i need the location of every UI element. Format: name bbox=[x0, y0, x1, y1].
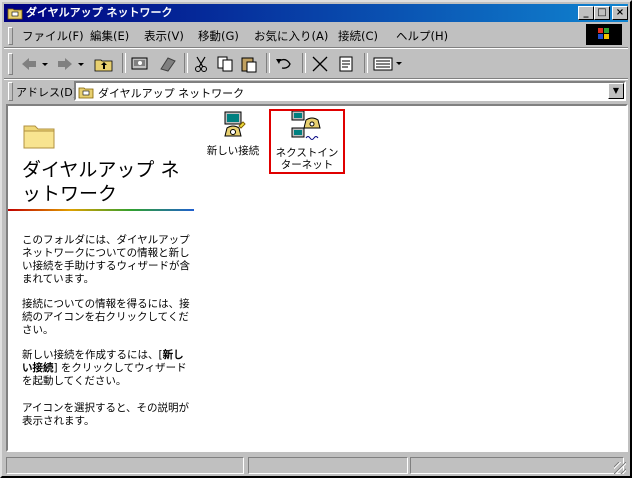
new-connection-item[interactable]: 新しい接続 bbox=[198, 110, 268, 157]
window-title: ダイヤルアップ ネットワーク bbox=[26, 6, 173, 19]
dialup-folder-icon bbox=[7, 8, 23, 20]
toolbar-grip[interactable] bbox=[8, 53, 13, 75]
status-panel-3 bbox=[410, 457, 624, 474]
chevron-down-icon: ▼ bbox=[612, 86, 620, 95]
maximize-button[interactable]: □ bbox=[594, 6, 610, 20]
disconnect-drive-button[interactable] bbox=[156, 53, 180, 75]
menu-grip[interactable] bbox=[8, 27, 13, 45]
undo-button[interactable] bbox=[272, 53, 296, 75]
panel-description-4: アイコンを選択すると、その説明が表示されます。 bbox=[22, 402, 190, 427]
toolbar-separator bbox=[266, 53, 270, 73]
dialup-folder-icon bbox=[78, 87, 94, 99]
toolbar-separator bbox=[364, 53, 368, 73]
panel-description-1: このフォルダには、ダイヤルアップネットワークについての情報と新しい接続を手助けす… bbox=[22, 234, 190, 285]
address-grip[interactable] bbox=[8, 82, 13, 101]
toolbar-separator bbox=[122, 53, 126, 73]
views-button[interactable] bbox=[370, 53, 406, 75]
status-bar bbox=[4, 454, 628, 476]
selection-highlight bbox=[269, 109, 345, 174]
copy-button[interactable] bbox=[214, 53, 236, 75]
minimize-button[interactable]: _ bbox=[578, 6, 594, 20]
folder-view: ダイヤルアップ ネットワーク このフォルダには、ダイヤルアップネットワークについ… bbox=[6, 104, 628, 452]
map-network-drive-icon bbox=[131, 57, 148, 70]
status-panel-1 bbox=[6, 457, 244, 474]
status-panel-2 bbox=[248, 457, 408, 474]
delete-x-icon bbox=[312, 56, 328, 72]
menu-connection[interactable]: 接続(C) bbox=[338, 28, 378, 44]
close-button[interactable]: × bbox=[612, 6, 628, 20]
panel-description-2: 接続についての情報を得るには、接続のアイコンを右クリックしてください。 bbox=[22, 298, 190, 336]
up-folder-icon bbox=[94, 59, 113, 72]
new-connection-label: 新しい接続 bbox=[206, 145, 260, 157]
menu-go[interactable]: 移動(G) bbox=[198, 28, 239, 44]
panel-description-3: 新しい接続を作成するには、[新しい接続] をクリックしてウィザードを起動してくだ… bbox=[22, 349, 187, 387]
properties-icon bbox=[339, 56, 353, 72]
forward-arrow-icon bbox=[58, 58, 84, 70]
windows-flag-icon bbox=[598, 28, 609, 39]
back-button[interactable] bbox=[18, 53, 52, 75]
menu-file[interactable]: ファイル(F) bbox=[22, 28, 84, 44]
resize-grip[interactable] bbox=[614, 462, 626, 474]
webview-info-panel: ダイヤルアップ ネットワーク このフォルダには、ダイヤルアップネットワークについ… bbox=[8, 106, 196, 450]
paste-button[interactable] bbox=[238, 53, 260, 75]
menu-favorites[interactable]: お気に入り(A) bbox=[254, 28, 328, 44]
toolbar-separator bbox=[184, 53, 188, 73]
disconnect-drive-icon bbox=[160, 57, 176, 72]
properties-button[interactable] bbox=[334, 53, 358, 75]
explorer-window: ダイヤルアップ ネットワーク _ □ × ファイル(F) 編集(E) 表示(V)… bbox=[0, 0, 632, 478]
copy-icon bbox=[217, 56, 233, 72]
address-dropdown-button[interactable]: ▼ bbox=[608, 83, 624, 99]
scissors-icon bbox=[195, 56, 207, 72]
menu-help[interactable]: ヘルプ(H) bbox=[396, 28, 448, 44]
back-arrow-icon bbox=[22, 58, 48, 70]
title-bar[interactable]: ダイヤルアップ ネットワーク _ □ × bbox=[4, 4, 628, 22]
cut-button[interactable] bbox=[190, 53, 212, 75]
menu-bar: ファイル(F) 編集(E) 表示(V) 移動(G) お気に入り(A) 接続(C)… bbox=[4, 24, 628, 46]
address-label: アドレス(D) bbox=[16, 86, 78, 99]
folder-icon bbox=[23, 125, 55, 149]
undo-icon bbox=[276, 58, 291, 69]
menu-edit[interactable]: 編集(E) bbox=[90, 28, 129, 44]
forward-button[interactable] bbox=[54, 53, 88, 75]
menu-view[interactable]: 表示(V) bbox=[144, 28, 184, 44]
address-field[interactable]: ダイヤルアップ ネットワーク ▼ bbox=[74, 81, 626, 101]
panel-title: ダイヤルアップ ネットワーク bbox=[22, 159, 180, 205]
standard-toolbar bbox=[4, 47, 628, 78]
gradient-divider bbox=[8, 209, 194, 211]
delete-button[interactable] bbox=[308, 53, 332, 75]
up-button[interactable] bbox=[92, 53, 116, 75]
views-icon bbox=[373, 57, 402, 71]
toolbar-separator bbox=[302, 53, 306, 73]
map-drive-button[interactable] bbox=[128, 53, 152, 75]
paste-icon bbox=[241, 57, 257, 73]
new-connection-icon bbox=[224, 111, 246, 137]
windows-logo bbox=[586, 24, 622, 45]
address-bar: アドレス(D) ダイヤルアップ ネットワーク ▼ bbox=[4, 78, 628, 103]
address-value: ダイヤルアップ ネットワーク bbox=[98, 87, 245, 100]
